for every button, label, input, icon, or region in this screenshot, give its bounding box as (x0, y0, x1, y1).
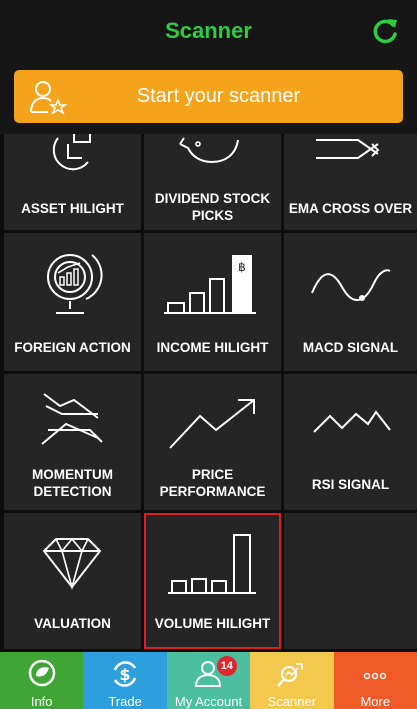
piggy-bank-icon (179, 137, 239, 164)
tab-label: Scanner (267, 694, 317, 709)
tile-ema-cross-over[interactable]: EMA CROSS OVER (284, 134, 417, 230)
tile-label: RSI SIGNAL (311, 477, 390, 492)
tile-label: MOMENTUM DETECTION (32, 467, 113, 499)
tile-label: EMA CROSS OVER (288, 201, 413, 216)
start-scanner-button[interactable]: Start your scanner (14, 70, 403, 123)
volume-bars-icon (168, 534, 256, 594)
tile-label: MACD SIGNAL (302, 340, 399, 355)
tab-more[interactable]: More (333, 652, 417, 709)
tab-scanner[interactable]: Scanner (250, 652, 334, 709)
scanner-grid: ASSET HILIGHT DIVIDEND STOCK PICKS EMA C… (0, 134, 417, 652)
tile-label: ASSET HILIGHT (21, 201, 124, 216)
trend-up-icon (169, 399, 255, 449)
start-scanner-label: Start your scanner (136, 85, 301, 107)
user-star-icon (30, 81, 68, 115)
tile-label: FOREIGN ACTION (14, 340, 131, 355)
tile-dividend-stock-picks[interactable]: DIVIDEND STOCK PICKS (144, 134, 281, 230)
notification-badge: 14 (216, 656, 237, 676)
tab-label: Info (30, 694, 53, 709)
tile-label: VALUATION (34, 616, 111, 631)
cross-lines-icon (316, 139, 380, 159)
tab-trade[interactable]: $ Trade (83, 652, 167, 709)
svg-text:$: $ (120, 665, 131, 684)
tile-price-performance[interactable]: PRICE PERFORMANCE (144, 374, 281, 510)
tab-label: My Account (174, 694, 243, 709)
trade-dollar-icon: $ (113, 661, 137, 687)
tile-label: INCOME HILIGHT (156, 340, 269, 355)
tile-valuation[interactable]: VALUATION (4, 513, 141, 649)
scanner-magnifier-icon (276, 663, 303, 687)
page-title: Scanner (165, 18, 252, 43)
app-header: Scanner (0, 0, 417, 62)
start-scanner-section: Start your scanner (0, 62, 417, 134)
tile-label: PRICE PERFORMANCE (159, 467, 266, 499)
tile-momentum-detection[interactable]: MOMENTUM DETECTION (4, 374, 141, 510)
refresh-icon[interactable] (371, 16, 401, 46)
bar-chart-baht-icon: ฿ (164, 255, 256, 314)
globe-chart-icon (47, 254, 103, 314)
wave-signal-icon (311, 269, 391, 301)
tile-volume-hilight[interactable]: VOLUME HILIGHT (144, 513, 281, 649)
tile-label: DIVIDEND STOCK PICKS (154, 191, 271, 223)
info-leaf-icon (28, 659, 55, 687)
tile-rsi-signal[interactable]: RSI SIGNAL (284, 374, 417, 510)
tab-label: More (360, 694, 391, 709)
diamond-icon (42, 537, 102, 590)
tile-macd-signal[interactable]: MACD SIGNAL (284, 233, 417, 371)
tab-label: Trade (108, 694, 142, 709)
tab-my-account[interactable]: 14 My Account (166, 652, 251, 709)
tab-info[interactable]: Info (0, 652, 84, 709)
svg-text:฿: ฿ (238, 260, 246, 274)
more-dots-icon (364, 672, 387, 680)
bottom-tab-bar: Info $ Trade 14 My Account Scanner More (0, 652, 417, 709)
tile-income-hilight[interactable]: ฿ INCOME HILIGHT (144, 233, 281, 371)
tile-foreign-action[interactable]: FOREIGN ACTION (4, 233, 141, 371)
momentum-arrows-icon (41, 393, 103, 445)
tile-asset-hilight[interactable]: ASSET HILIGHT (4, 134, 141, 230)
pie-chart-icon (52, 134, 91, 171)
tile-empty (284, 513, 417, 649)
tile-label: VOLUME HILIGHT (154, 616, 271, 631)
zigzag-icon (313, 410, 391, 433)
